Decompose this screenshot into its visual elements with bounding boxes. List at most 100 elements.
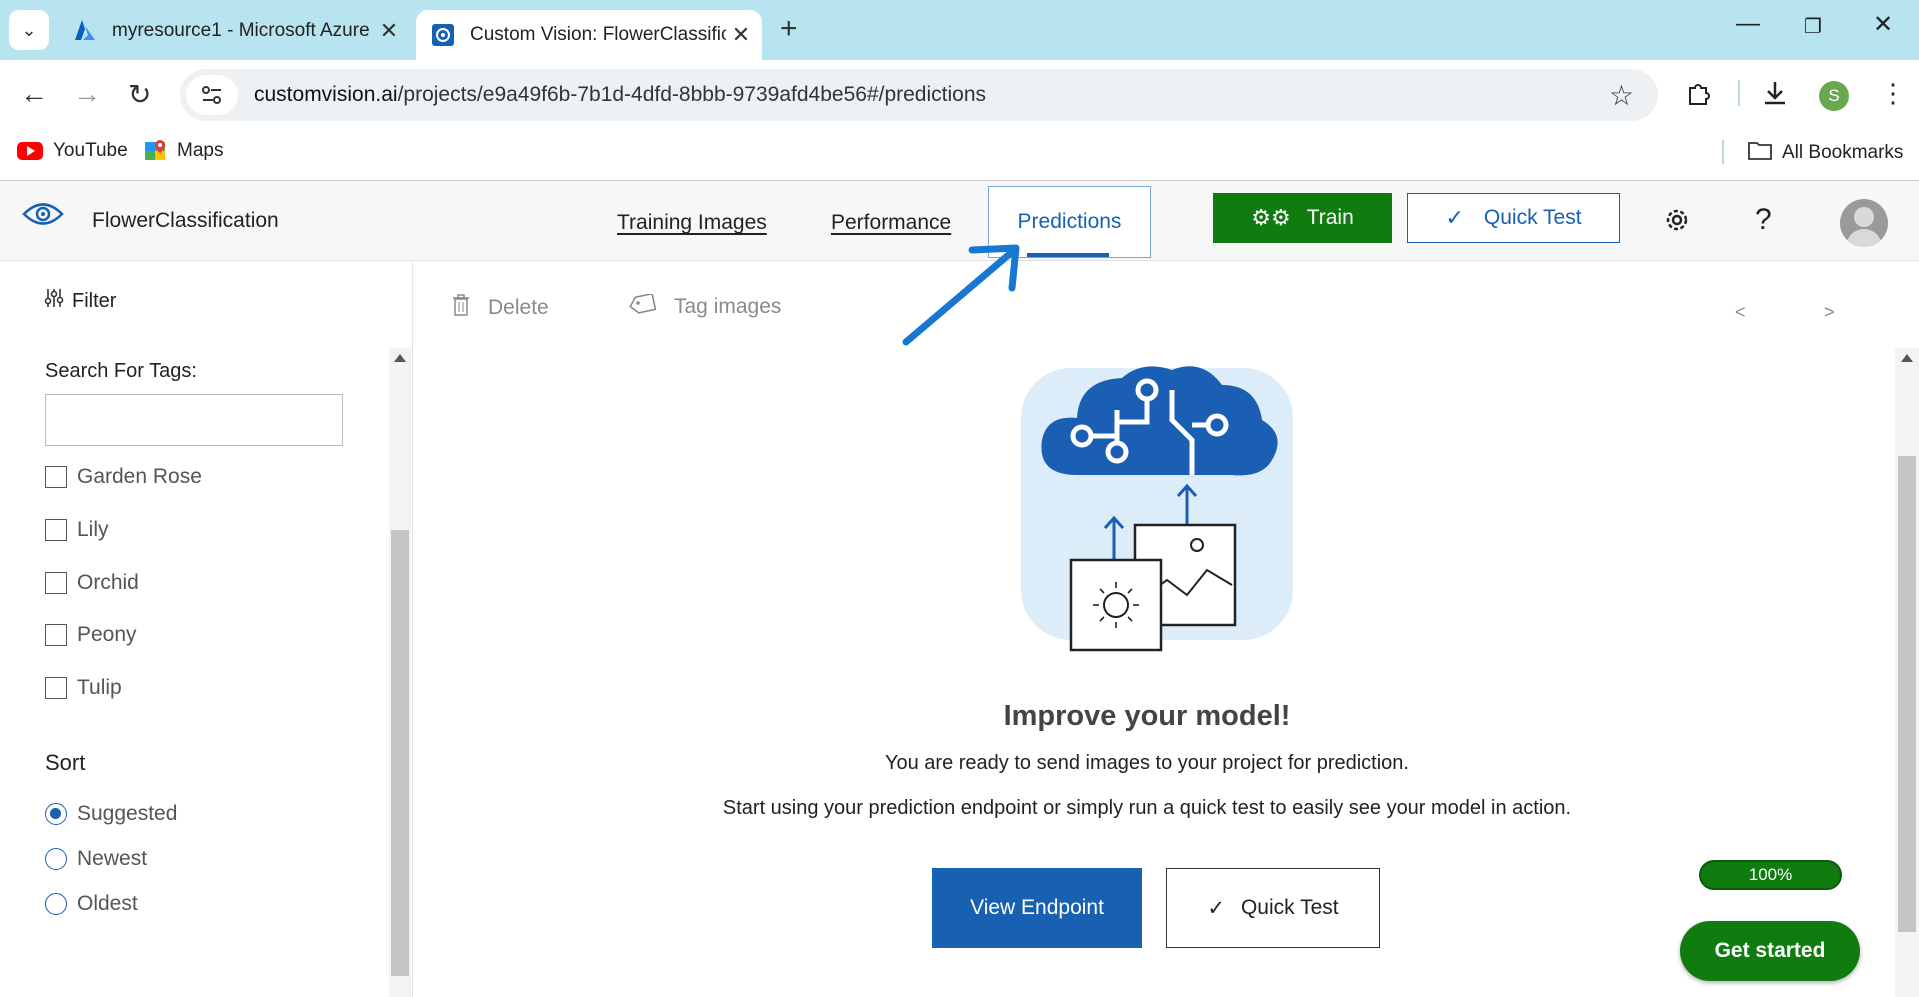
custom-vision-eye-icon[interactable]: [22, 199, 64, 234]
tag-checkbox-lily[interactable]: Lily: [45, 518, 109, 542]
scroll-up-arrow-icon[interactable]: [394, 354, 406, 362]
bookmark-label: All Bookmarks: [1782, 142, 1904, 163]
tag-label: Orchid: [77, 571, 139, 594]
search-tags-label: Search For Tags:: [45, 360, 197, 382]
scroll-up-arrow-icon[interactable]: [1901, 354, 1913, 362]
browser-menu-icon[interactable]: ⋮: [1880, 78, 1906, 109]
tag-icon: [628, 292, 657, 320]
nav-training-images[interactable]: Training Images: [617, 211, 767, 235]
bookmark-youtube[interactable]: YouTube: [17, 140, 128, 162]
gears-icon: ⚙⚙: [1251, 205, 1291, 230]
bookmark-label: YouTube: [53, 140, 128, 161]
filter-label: Filter: [72, 289, 117, 312]
scrollbar-thumb[interactable]: [1898, 456, 1916, 932]
checkbox[interactable]: [45, 519, 67, 541]
address-bar[interactable]: customvision.ai/projects/e9a49f6b-7b1d-4…: [180, 69, 1658, 121]
delete-button[interactable]: Delete: [452, 294, 549, 322]
sort-option-newest[interactable]: Newest: [45, 847, 147, 871]
tab-custom-vision[interactable]: Custom Vision: FlowerClassifica ✕: [416, 10, 762, 60]
restore-icon[interactable]: ❐: [1804, 14, 1822, 39]
quick-test-label: Quick Test: [1240, 896, 1339, 919]
view-endpoint-button[interactable]: View Endpoint: [932, 868, 1142, 948]
tag-checkbox-garden-rose[interactable]: Garden Rose: [45, 465, 202, 489]
left-filter-panel: Filter Search For Tags: Garden Rose Lily…: [0, 262, 413, 997]
azure-logo-icon: [72, 18, 98, 44]
checkbox[interactable]: [45, 572, 67, 594]
bookmark-star-icon[interactable]: ☆: [1609, 79, 1634, 112]
tag-checkbox-orchid[interactable]: Orchid: [45, 571, 139, 595]
browser-tab-bar: ⌄ myresource1 - Microsoft Azure ✕ Custom…: [0, 0, 1919, 60]
close-window-icon[interactable]: ✕: [1873, 10, 1893, 39]
quick-test-button-main[interactable]: ✓ Quick Test: [1166, 868, 1380, 948]
sort-option-label: Suggested: [77, 802, 178, 825]
user-avatar[interactable]: [1840, 199, 1888, 247]
filter-sliders-icon: [44, 288, 64, 314]
toolbar-divider: [1738, 80, 1740, 106]
tag-checkbox-peony[interactable]: Peony: [45, 623, 137, 647]
site-settings-icon[interactable]: [186, 75, 238, 115]
extensions-icon[interactable]: [1686, 80, 1712, 113]
radio-button[interactable]: [45, 848, 67, 870]
tab-title: Custom Vision: FlowerClassifica: [470, 24, 726, 45]
bookmark-label: Maps: [177, 140, 224, 161]
left-panel-scrollbar[interactable]: [389, 348, 411, 997]
tag-images-button[interactable]: Tag images: [628, 292, 782, 320]
checkmark-icon: ✓: [1445, 205, 1464, 230]
nav-performance[interactable]: Performance: [831, 211, 951, 235]
back-icon[interactable]: ←: [20, 78, 48, 110]
bookmark-maps[interactable]: Maps: [145, 140, 223, 162]
tag-label: Tulip: [77, 676, 122, 699]
reload-icon[interactable]: ↻: [128, 78, 151, 111]
checkbox[interactable]: [45, 677, 67, 699]
project-name[interactable]: FlowerClassification: [92, 209, 279, 233]
profile-avatar[interactable]: S: [1819, 81, 1849, 111]
get-started-button[interactable]: Get started: [1680, 921, 1860, 981]
url-text: customvision.ai/projects/e9a49f6b-7b1d-4…: [254, 83, 987, 106]
annotation-arrow-icon: [902, 244, 1020, 346]
forward-icon[interactable]: →: [73, 78, 101, 110]
scrollbar-thumb[interactable]: [391, 530, 409, 976]
chevron-down-icon: ⌄: [21, 19, 37, 40]
folder-icon: [1748, 140, 1772, 166]
youtube-icon: [17, 142, 43, 160]
help-icon[interactable]: ?: [1755, 203, 1772, 237]
main-scrollbar[interactable]: [1895, 348, 1919, 997]
sort-option-oldest[interactable]: Oldest: [45, 892, 138, 916]
bookmark-divider: [1722, 140, 1724, 164]
radio-button[interactable]: [45, 803, 67, 825]
train-button[interactable]: ⚙⚙ Train: [1213, 193, 1392, 243]
search-tags-input[interactable]: [45, 394, 343, 446]
custom-vision-logo-icon: [430, 22, 456, 48]
tag-checkbox-tulip[interactable]: Tulip: [45, 676, 122, 700]
tab-search-button[interactable]: ⌄: [9, 10, 49, 50]
tag-images-label: Tag images: [674, 295, 782, 318]
train-label: Train: [1306, 206, 1354, 229]
checkbox[interactable]: [45, 466, 67, 488]
tab-title: myresource1 - Microsoft Azure: [112, 20, 370, 41]
new-tab-icon[interactable]: +: [780, 12, 798, 46]
prev-page-button[interactable]: <: [1735, 302, 1746, 323]
cloud-ai-illustration: [1021, 366, 1293, 652]
minimize-icon[interactable]: —: [1736, 10, 1760, 38]
download-icon[interactable]: [1762, 80, 1788, 113]
sort-option-suggested[interactable]: Suggested: [45, 802, 177, 826]
trash-icon: [452, 294, 470, 322]
filter-toggle[interactable]: Filter: [44, 288, 116, 314]
checkbox[interactable]: [45, 624, 67, 646]
close-tab-icon[interactable]: ✕: [374, 18, 404, 44]
main-content: Delete Tag images < > Improve your model…: [414, 262, 1919, 997]
next-page-button[interactable]: >: [1824, 302, 1835, 323]
checkmark-icon: ✓: [1207, 896, 1225, 920]
tab-azure[interactable]: myresource1 - Microsoft Azure ✕: [60, 8, 410, 54]
quick-test-label: Quick Test: [1483, 206, 1582, 229]
settings-gear-icon[interactable]: [1662, 205, 1692, 240]
close-tab-icon[interactable]: ✕: [726, 22, 756, 48]
radio-button[interactable]: [45, 893, 67, 915]
tag-label: Garden Rose: [77, 465, 202, 488]
all-bookmarks[interactable]: All Bookmarks: [1748, 140, 1903, 166]
quick-test-button[interactable]: ✓ Quick Test: [1407, 193, 1620, 243]
empty-state-heading: Improve your model!: [1003, 700, 1291, 732]
sort-heading: Sort: [45, 750, 86, 775]
maps-icon: [145, 140, 167, 162]
empty-state-text-2: Start using your prediction endpoint or …: [722, 797, 1572, 819]
